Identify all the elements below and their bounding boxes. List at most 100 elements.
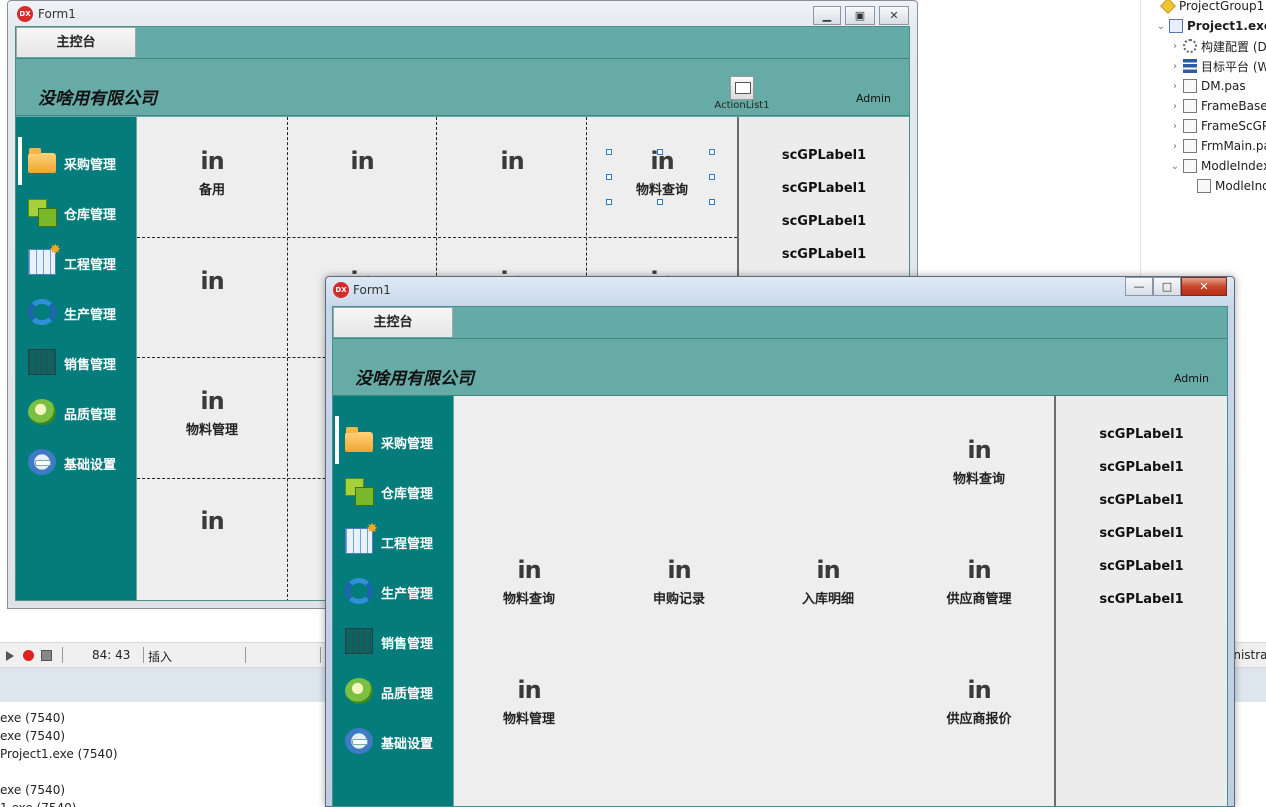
message-line: ​Project1.exe (7540) — [0, 747, 118, 761]
sidebar-item[interactable]: 品质管理 — [16, 387, 136, 437]
sales-book-icon — [28, 349, 56, 375]
sidebar-item[interactable]: 基础设置 — [16, 437, 136, 487]
sidebar-item[interactable]: 销售管理 — [16, 337, 136, 387]
stop-icon[interactable] — [41, 650, 52, 661]
linkedin-icon: in — [517, 676, 541, 704]
sidebar-item-label: 生产管理 — [381, 587, 434, 602]
selection-handle[interactable] — [709, 174, 715, 180]
tree-item-label: 目标平台 (W — [1201, 59, 1266, 74]
tree-item-label: FrameScGPF — [1201, 119, 1266, 133]
tree-expander-icon[interactable]: › — [1169, 121, 1181, 132]
sidebar-item-label: 采购管理 — [64, 158, 117, 173]
maximize-button[interactable]: □ — [1153, 277, 1181, 296]
tree-item[interactable]: › FrameBase.p — [1169, 96, 1266, 116]
sidebar-item[interactable]: 生产管理 — [333, 566, 453, 616]
tree-expander-icon[interactable]: › — [1169, 101, 1181, 112]
module-tile[interactable]: in 物料查询 — [454, 526, 604, 646]
scgp-label: scGPLabel1 — [781, 247, 867, 262]
sidebar-item[interactable]: 仓库管理 — [333, 466, 453, 516]
module-tile[interactable]: in 入库明细 — [753, 526, 903, 646]
scgp-label: scGPLabel1 — [1099, 427, 1184, 442]
tree-item[interactable]: › DM.pas — [1169, 76, 1246, 96]
tree-expander-icon[interactable]: › — [1169, 141, 1181, 152]
company-name: 没啥用有限公司 — [355, 369, 474, 389]
target-platform-icon — [1183, 59, 1197, 73]
selection-handle[interactable] — [709, 149, 715, 155]
pas-file-icon — [1183, 99, 1197, 113]
sidebar-item[interactable]: 生产管理 — [16, 287, 136, 337]
minimize-button[interactable]: — — [1125, 277, 1153, 296]
message-line: exe (7540) — [0, 711, 66, 725]
module-tile[interactable]: in — [137, 477, 287, 597]
tree-item[interactable]: ⌄ Project1.exe — [1155, 16, 1266, 36]
dx-app-icon: DX — [333, 282, 349, 298]
title-bar[interactable]: DX Form1 — □ ✕ — [325, 276, 1235, 302]
tree-item[interactable]: ProjectGroup1 — [1147, 0, 1264, 16]
tab-main-console[interactable]: 主控台 — [16, 27, 136, 57]
sidebar-item[interactable]: 采购管理 — [333, 416, 453, 466]
sidebar-item[interactable]: 仓库管理 — [16, 187, 136, 237]
tree-item-label: ProjectGroup1 — [1179, 0, 1265, 13]
actionlist-component[interactable]: ActionList1 — [712, 76, 772, 111]
minimize-button[interactable]: ▁ — [813, 6, 841, 25]
module-tile[interactable]: in 物料查询 — [904, 406, 1054, 526]
quality-icon — [28, 399, 56, 425]
module-tile[interactable]: in 申购记录 — [604, 526, 754, 646]
close-button[interactable]: ✕ — [1181, 277, 1227, 296]
sidebar-item[interactable]: 基础设置 — [333, 716, 453, 766]
sidebar-item[interactable]: 工程管理 — [333, 516, 453, 566]
tree-item[interactable]: › 目标平台 (W — [1169, 56, 1266, 76]
module-tile[interactable]: in 供应商管理 — [904, 526, 1054, 646]
tree-expander-icon[interactable]: ⌄ — [1155, 21, 1167, 32]
sidebar-item-label: 仓库管理 — [381, 487, 434, 502]
sidebar-item[interactable]: 工程管理 — [16, 237, 136, 287]
title-bar[interactable]: DX Form1 ▁ ▣ ✕ — [7, 0, 918, 26]
message-line: exe (7540) — [0, 729, 66, 743]
selection-handle[interactable] — [606, 174, 612, 180]
tree-item[interactable]: › 构建配置 (D — [1169, 36, 1266, 56]
tile-area: in 物料查询 in 物料查询 in 申购记录 in 入库明细 in 供应商管理 in 物料管理 in 供… — [454, 396, 1054, 806]
selection-handle[interactable] — [657, 149, 663, 155]
tree-item[interactable]: › FrmMain.pa — [1169, 136, 1266, 156]
sidebar-item-label: 生产管理 — [64, 308, 117, 323]
tile-label: 供应商管理 — [946, 592, 1012, 607]
tree-item[interactable]: ModleInd — [1183, 176, 1266, 196]
maximize-button[interactable]: ▣ — [845, 6, 875, 25]
warehouse-icon — [345, 478, 374, 506]
module-tile[interactable]: in — [287, 117, 437, 237]
tab-main-console[interactable]: 主控台 — [333, 307, 453, 337]
sidebar: 采购管理仓库管理工程管理生产管理销售管理品质管理基础设置 — [16, 117, 136, 600]
tree-item[interactable]: › FrameScGPF — [1169, 116, 1266, 136]
selection-handle[interactable] — [709, 199, 715, 205]
selection-handle[interactable] — [606, 149, 612, 155]
sidebar-item[interactable]: 采购管理 — [16, 137, 136, 187]
record-icon[interactable] — [23, 650, 34, 661]
warehouse-icon — [28, 199, 57, 227]
play-icon[interactable] — [6, 651, 14, 661]
sidebar-item[interactable]: 销售管理 — [333, 616, 453, 666]
module-tile[interactable]: in 物料管理 — [137, 357, 287, 477]
tree-expander-icon[interactable]: › — [1169, 81, 1181, 92]
selection-handle[interactable] — [606, 199, 612, 205]
tree-item-label: 构建配置 (D — [1201, 39, 1266, 54]
close-button[interactable]: ✕ — [879, 6, 909, 25]
grid-divider — [287, 117, 288, 600]
selection-handle[interactable] — [657, 199, 663, 205]
status-bar-right-text: inistrat — [1230, 648, 1266, 662]
module-tile[interactable]: in — [437, 117, 587, 237]
module-tile[interactable]: in — [137, 237, 287, 357]
module-tile[interactable]: in 物料管理 — [454, 646, 604, 766]
user-name: Admin — [855, 92, 891, 105]
module-tile[interactable]: in 供应商报价 — [904, 646, 1054, 766]
sidebar-item-label: 工程管理 — [64, 258, 117, 273]
linkedin-icon: in — [967, 676, 991, 704]
tree-expander-icon[interactable]: › — [1169, 61, 1181, 72]
tree-expander-icon[interactable]: ⌄ — [1169, 161, 1181, 172]
tree-item[interactable]: ⌄ ModleIndexI — [1169, 156, 1266, 176]
scgp-label: scGPLabel1 — [1099, 592, 1184, 607]
module-tile[interactable]: in 备用 — [137, 117, 287, 237]
tree-expander-icon[interactable]: › — [1169, 41, 1181, 52]
active-indicator — [335, 416, 339, 464]
project-group-icon — [1160, 0, 1176, 14]
sidebar-item[interactable]: 品质管理 — [333, 666, 453, 716]
